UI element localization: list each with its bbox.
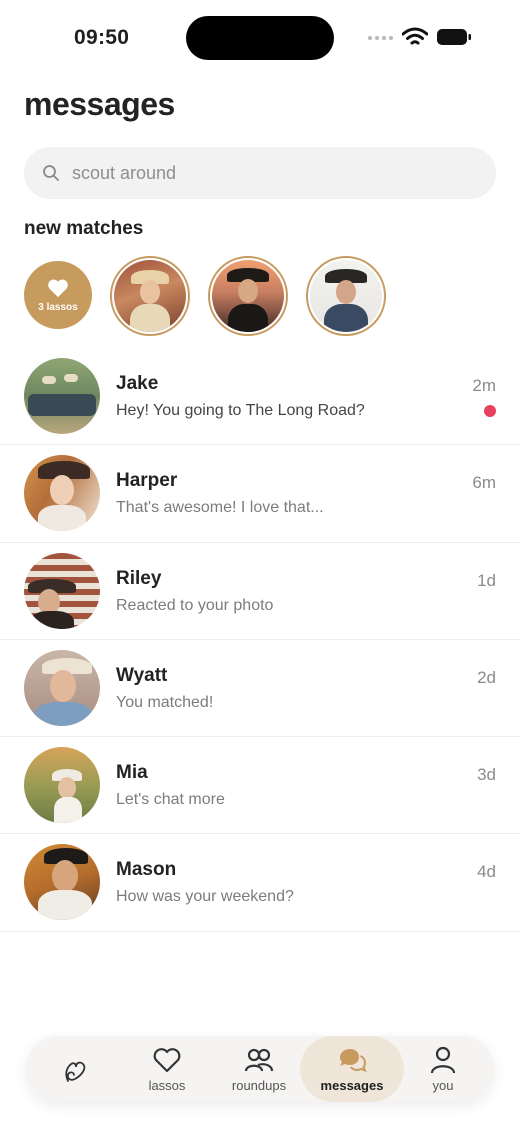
- avatar: [24, 358, 100, 434]
- person-icon: [430, 1046, 456, 1073]
- tab-label: messages: [320, 1077, 384, 1093]
- avatar: [24, 844, 100, 921]
- heart-icon: [48, 279, 68, 297]
- search-icon: [43, 165, 59, 181]
- conversation-row[interactable]: Mason How was your weekend? 4d: [0, 834, 520, 932]
- conversation-row[interactable]: Riley Reacted to your photo 1d: [0, 543, 520, 640]
- status-time: 09:50: [74, 26, 130, 49]
- match-photo: [310, 260, 382, 332]
- avatar: [24, 552, 100, 629]
- new-matches-row: 3 lassos: [24, 256, 386, 336]
- page-title: messages: [24, 86, 175, 122]
- new-matches-heading: new matches: [24, 218, 144, 239]
- new-match-avatar[interactable]: [208, 256, 288, 336]
- conversation-row[interactable]: Mia Let's chat more 3d: [0, 737, 520, 835]
- message-preview: Reacted to your photo: [116, 596, 274, 614]
- people-icon: [244, 1048, 274, 1071]
- heart-icon: [153, 1047, 181, 1072]
- new-match-avatar[interactable]: [306, 256, 386, 336]
- new-match-avatar[interactable]: [110, 256, 190, 336]
- cellular-signal-icon: [368, 36, 393, 40]
- message-preview: How was your weekend?: [116, 888, 294, 906]
- message-preview: You matched!: [116, 693, 214, 711]
- conversation-list: Jake Hey! You going to The Long Road? 2m…: [0, 348, 520, 932]
- match-photo: [114, 260, 186, 332]
- tab-bar: lassos roundups messages you: [26, 1036, 494, 1102]
- contact-name: Mason: [116, 859, 177, 881]
- conversation-row[interactable]: Jake Hey! You going to The Long Road? 2m: [0, 348, 520, 446]
- message-time: 2d: [477, 667, 496, 687]
- search-bar[interactable]: [24, 147, 496, 199]
- wifi-icon: [402, 27, 428, 45]
- match-photo: [212, 260, 284, 332]
- avatar: [24, 455, 100, 532]
- message-time: 6m: [472, 473, 496, 493]
- lassos-received-button[interactable]: 3 lassos: [24, 261, 92, 329]
- lasso-count-label: 3 lassos: [38, 301, 78, 313]
- search-input[interactable]: [72, 162, 472, 184]
- message-preview: Hey! You going to The Long Road?: [116, 402, 365, 419]
- tab-lassos[interactable]: lassos: [126, 1036, 208, 1102]
- message-preview: Let's chat more: [116, 791, 225, 809]
- contact-name: Wyatt: [116, 664, 168, 686]
- message-time: 4d: [477, 862, 496, 882]
- tab-you[interactable]: you: [402, 1036, 484, 1102]
- conversation-row[interactable]: Harper That's awesome! I love that... 6m: [0, 445, 520, 543]
- tab-messages[interactable]: messages: [300, 1036, 404, 1102]
- message-time: 1d: [477, 570, 496, 590]
- tab-label: roundups: [231, 1077, 287, 1093]
- avatar: [24, 649, 100, 726]
- chat-bubbles-icon: [340, 1048, 367, 1072]
- tab-label: you: [432, 1077, 454, 1093]
- message-time: 2m: [472, 376, 496, 395]
- dynamic-island: [186, 16, 334, 60]
- avatar: [24, 747, 100, 824]
- contact-name: Riley: [116, 567, 162, 589]
- contact-name: Harper: [116, 470, 178, 492]
- contact-name: Jake: [116, 373, 159, 394]
- tab-roundups[interactable]: roundups: [218, 1036, 300, 1102]
- message-preview: That's awesome! I love that...: [116, 499, 324, 517]
- contact-name: Mia: [116, 762, 148, 784]
- status-bar: 09:50: [0, 0, 520, 76]
- tab-home[interactable]: [36, 1036, 118, 1102]
- lasso-heart-icon: [65, 1061, 86, 1082]
- conversation-row[interactable]: Wyatt You matched! 2d: [0, 640, 520, 738]
- message-time: 3d: [477, 765, 496, 785]
- tab-label: lassos: [148, 1077, 186, 1093]
- unread-indicator: [484, 405, 496, 417]
- battery-icon: [437, 29, 471, 45]
